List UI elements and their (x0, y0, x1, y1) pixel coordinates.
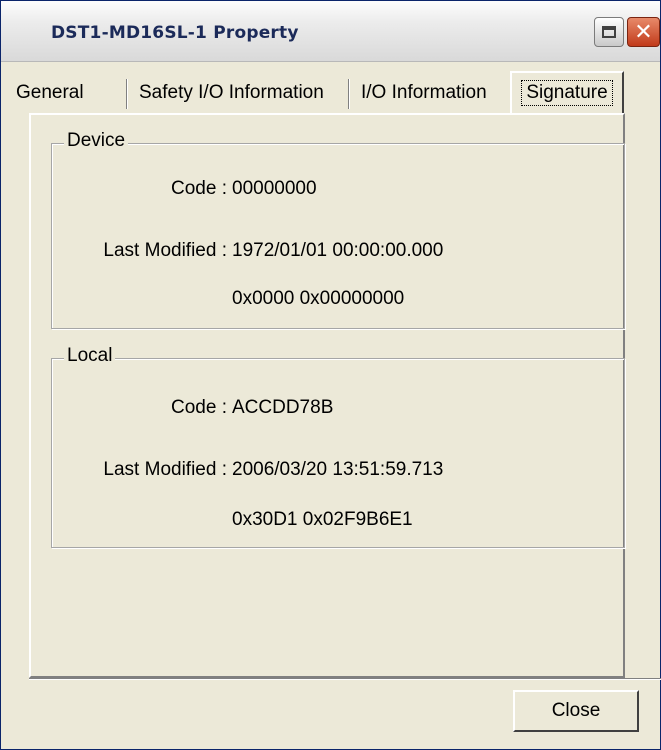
group-title: Local (64, 345, 116, 367)
tab-label: Signature (521, 80, 613, 106)
last-modified-label: Last Modified : (103, 240, 227, 261)
close-window-button[interactable]: ✕ (627, 17, 660, 47)
group-title: Device (64, 130, 129, 152)
maximize-icon (602, 26, 616, 38)
tab-divider (126, 79, 128, 109)
local-group: Local Code : ACCDD78B Last Modified : 20… (51, 345, 625, 548)
last-modified-hex: 0x0000 0x00000000 (232, 288, 405, 309)
tab-label: I/O Information (361, 82, 487, 103)
title-bar[interactable]: DST1-MD16SL-1 Property ✕ (1, 1, 660, 62)
maximize-button[interactable] (594, 17, 624, 47)
code-value: 00000000 (232, 178, 317, 199)
code-label: Code : (171, 178, 227, 199)
code-label: Code : (171, 397, 227, 418)
last-modified-value: 2006/03/20 13:51:59.713 (232, 459, 444, 480)
last-modified-label: Last Modified : (103, 459, 227, 480)
device-group: Device Code : 00000000 Last Modified : 1… (51, 130, 625, 329)
close-icon: ✕ (634, 19, 653, 45)
property-dialog: DST1-MD16SL-1 Property ✕ General Safety … (0, 0, 661, 750)
tab-strip: General Safety I/O Information I/O Infor… (1, 69, 660, 113)
tab-io-information[interactable]: I/O Information (361, 75, 487, 111)
code-value: ACCDD78B (232, 397, 334, 418)
tab-label: General (16, 82, 84, 103)
tab-label: Safety I/O Information (139, 82, 324, 103)
last-modified-value: 1972/01/01 00:00:00.000 (232, 240, 444, 261)
tab-safety-io-information[interactable]: Safety I/O Information (139, 75, 324, 111)
close-button[interactable]: Close (513, 690, 639, 732)
last-modified-hex: 0x30D1 0x02F9B6E1 (232, 509, 413, 530)
window-title: DST1-MD16SL-1 Property (51, 23, 299, 43)
footer-divider (29, 678, 661, 680)
tab-general[interactable]: General (16, 75, 84, 111)
tab-divider (348, 79, 350, 109)
signature-panel: Device Code : 00000000 Last Modified : 1… (29, 113, 625, 678)
tab-signature[interactable]: Signature (510, 71, 624, 113)
